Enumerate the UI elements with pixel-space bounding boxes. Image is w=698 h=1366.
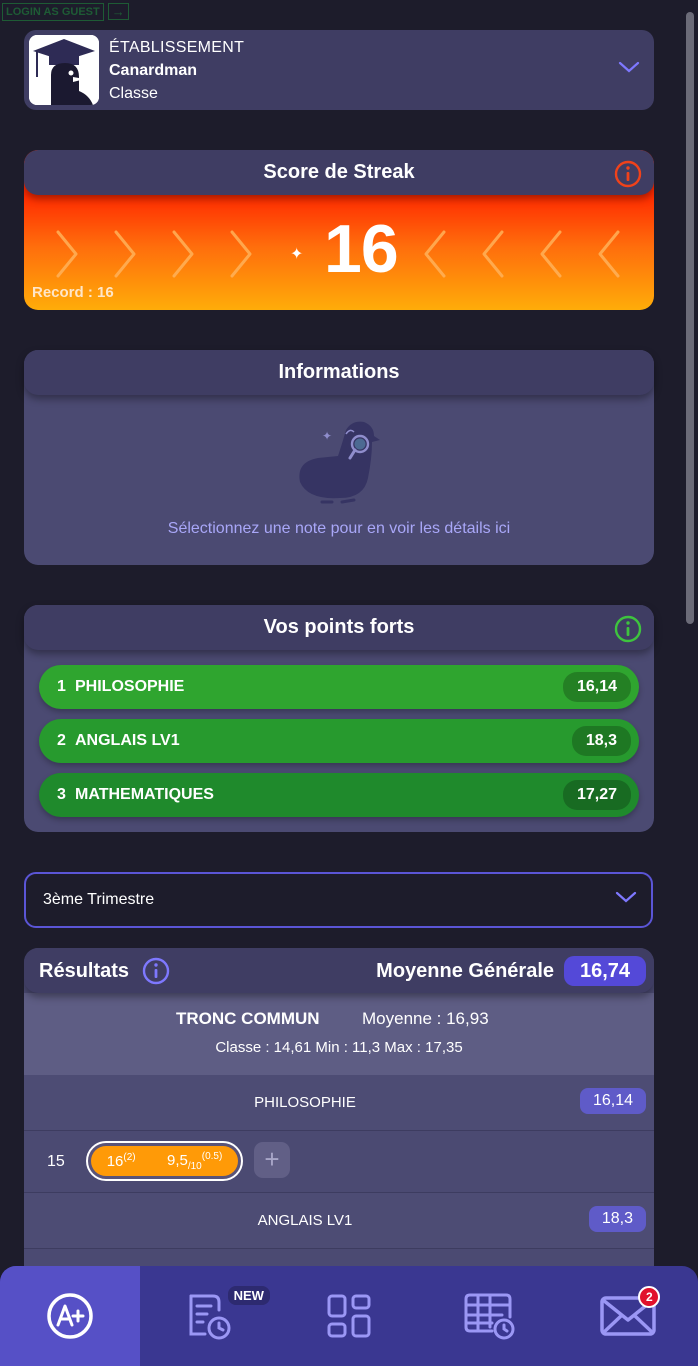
grade-coef: (0.5) bbox=[201, 1150, 223, 1162]
strength-item[interactable]: 2 ANGLAIS LV1 18,3 bbox=[39, 719, 639, 763]
streak-header: Score de Streak bbox=[24, 150, 654, 195]
scroll-thumb[interactable] bbox=[686, 12, 694, 624]
results-card: TRONC COMMUN Moyenne : 16,93 Classe : 14… bbox=[24, 948, 654, 1278]
period-select[interactable]: 3ème Trimestre bbox=[24, 872, 653, 928]
nav-homework[interactable]: NEW bbox=[140, 1266, 280, 1366]
nav-messages[interactable]: 2 bbox=[558, 1266, 698, 1366]
strengths-header: Vos points forts bbox=[24, 605, 654, 650]
nav-dashboard[interactable] bbox=[279, 1266, 419, 1366]
streak-record: Record : 16 bbox=[32, 284, 114, 301]
results-header: Résultats Moyenne Générale 16,74 bbox=[24, 948, 654, 993]
grade-item[interactable]: 16(2) bbox=[107, 1152, 136, 1170]
subject-name: ANGLAIS LV1 bbox=[257, 1212, 353, 1229]
chevron-down-icon[interactable] bbox=[618, 60, 640, 74]
grade-a-plus-icon bbox=[47, 1293, 93, 1339]
scrollbar[interactable] bbox=[686, 12, 694, 1252]
strength-rank: 3 bbox=[57, 786, 66, 803]
nav-timetable[interactable] bbox=[419, 1266, 559, 1366]
duck-magnifier-icon: ✦ bbox=[299, 421, 380, 504]
strength-score: 18,3 bbox=[571, 726, 631, 756]
strength-subject: PHILOSOPHIE bbox=[75, 678, 185, 695]
chevrons-right-icon bbox=[56, 230, 252, 278]
grades-average: 15 bbox=[47, 1153, 65, 1170]
dashboard-grid-icon bbox=[327, 1294, 371, 1338]
strength-subject: ANGLAIS LV1 bbox=[75, 732, 180, 749]
strength-rank: 2 bbox=[57, 732, 66, 749]
school-class: Classe bbox=[109, 84, 158, 102]
informations-card: Informations ✦ Sélectionnez une note pou… bbox=[24, 350, 654, 565]
strength-item[interactable]: 1 PHILOSOPHIE 16,14 bbox=[39, 665, 639, 709]
grade-value: 9,5 bbox=[166, 1151, 188, 1169]
subject-score: 16,14 bbox=[579, 1088, 646, 1114]
arrow-right-icon[interactable]: → bbox=[107, 3, 129, 20]
strengths-title: Vos points forts bbox=[263, 616, 415, 638]
login-as-guest[interactable]: LOGIN AS GUEST → bbox=[2, 2, 129, 21]
subject-score: 18,3 bbox=[588, 1206, 646, 1232]
group-stats: Classe : 14,61 Min : 11,3 Max : 17,35 bbox=[215, 1039, 463, 1056]
school-selector[interactable]: ÉTABLISSEMENT Canardman Classe bbox=[24, 30, 654, 110]
subject-name: PHILOSOPHIE bbox=[254, 1094, 356, 1111]
nav-grades[interactable] bbox=[0, 1266, 140, 1366]
duck-graduate-icon bbox=[29, 35, 99, 105]
strengths-card: Vos points forts 1 PHILOSOPHIE 16,14 2 A… bbox=[24, 605, 654, 832]
strength-score: 16,14 bbox=[562, 672, 631, 702]
grades-row: 15 16(2) 9,5/10(0.5) + bbox=[24, 1131, 654, 1193]
new-badge: NEW bbox=[227, 1286, 270, 1305]
group-title: TRONC COMMUN bbox=[176, 1009, 320, 1028]
grade-pill[interactable]: 16(2) 9,5/10(0.5) bbox=[86, 1141, 243, 1181]
informations-header: Informations bbox=[24, 350, 654, 395]
info-icon[interactable] bbox=[142, 957, 170, 985]
grade-item[interactable]: 9,5/10(0.5) bbox=[167, 1151, 222, 1172]
bottom-nav: NEW 2 bbox=[0, 1266, 698, 1366]
grade-value: 16 bbox=[106, 1153, 124, 1170]
informations-empty-text: Sélectionnez une note pour en voir les d… bbox=[167, 520, 511, 537]
add-grade-button[interactable]: + bbox=[254, 1142, 290, 1178]
timetable-clock-icon bbox=[464, 1293, 515, 1340]
info-icon[interactable] bbox=[614, 615, 642, 643]
subject-row[interactable]: PHILOSOPHIE 16,14 bbox=[24, 1075, 654, 1131]
strength-rank: 1 bbox=[57, 678, 66, 695]
period-selected: 3ème Trimestre bbox=[43, 891, 155, 908]
strength-subject: MATHEMATIQUES bbox=[75, 786, 214, 803]
strength-item[interactable]: 3 MATHEMATIQUES 17,27 bbox=[39, 773, 639, 817]
group-summary: TRONC COMMUN Moyenne : 16,93 Classe : 14… bbox=[24, 993, 654, 1075]
subject-row[interactable]: ANGLAIS LV1 18,3 bbox=[24, 1193, 654, 1249]
strength-score: 17,27 bbox=[562, 780, 631, 810]
chevron-down-icon[interactable] bbox=[615, 890, 637, 904]
sparkle-icon: ✦ bbox=[290, 246, 304, 263]
chevrons-left-icon bbox=[424, 230, 620, 278]
general-average-value: 16,74 bbox=[564, 956, 646, 986]
informations-title: Informations bbox=[278, 361, 400, 383]
grade-scale: /10 bbox=[187, 1160, 202, 1172]
svg-text:✦: ✦ bbox=[322, 429, 332, 443]
streak-title: Score de Streak bbox=[263, 161, 415, 183]
results-title: Résultats bbox=[39, 960, 130, 982]
general-average-label: Moyenne Générale bbox=[376, 960, 554, 982]
streak-card: ✦ 16 Record : 16 Score de Streak bbox=[24, 150, 654, 310]
info-icon[interactable] bbox=[614, 160, 642, 188]
login-as-guest-label[interactable]: LOGIN AS GUEST bbox=[2, 2, 104, 21]
school-name: Canardman bbox=[109, 61, 198, 79]
streak-value: 16 bbox=[324, 211, 399, 287]
school-avatar bbox=[29, 35, 99, 105]
grade-coef: (2) bbox=[123, 1152, 136, 1163]
group-average: Moyenne : 16,93 bbox=[362, 1009, 489, 1028]
school-type: ÉTABLISSEMENT bbox=[109, 38, 245, 56]
